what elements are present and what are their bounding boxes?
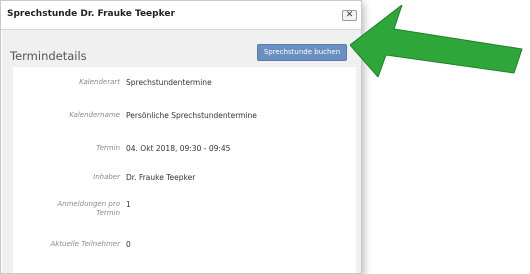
detail-label: Kalendername [69,111,120,119]
detail-label: Anmeldungen pro Termin [57,200,120,217]
detail-label: Termin [96,144,120,152]
section-title: Termindetails [10,49,87,63]
detail-value: 0 [126,240,131,249]
detail-label: Aktuelle Teilnehmer [50,240,120,248]
detail-value: 04. Okt 2018, 09:30 - 09:45 [126,144,231,153]
dialog-header: Sprechstunde Dr. Frauke Teepker ✕ [1,1,361,30]
detail-value: Persönliche Sprechstundentermine [126,111,257,120]
dialog-title: Sprechstunde Dr. Frauke Teepker [7,9,175,19]
appointment-dialog: Sprechstunde Dr. Frauke Teepker ✕ Termin… [0,0,362,274]
detail-label: Kalenderart [79,78,120,86]
detail-label: Inhaber [93,173,120,181]
detail-value: Sprechstundentermine [126,78,212,87]
dialog-body: Termindetails Sprechstunde buchen Kalend… [2,30,361,273]
book-consultation-button[interactable]: Sprechstunde buchen [257,44,347,61]
green-arrow-icon [350,5,523,77]
detail-value: 1 [126,200,131,209]
detail-value: Dr. Frauke Teepker [126,173,196,182]
details-panel: Kalenderart Sprechstundentermine Kalende… [13,67,356,273]
